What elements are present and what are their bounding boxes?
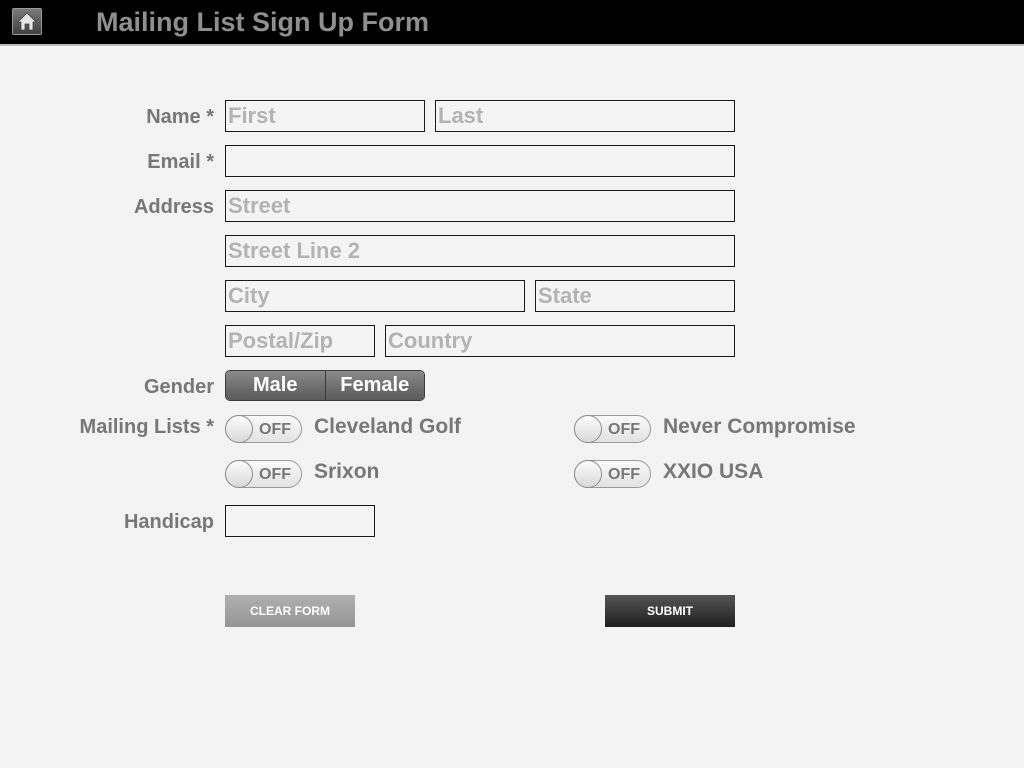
street-line-2-input[interactable] <box>225 235 735 267</box>
gender-segmented-control: Male Female <box>225 370 425 401</box>
toggle-state: OFF <box>259 466 291 483</box>
handicap-label: Handicap <box>123 511 214 533</box>
mailing-lists-label: Mailing Lists * <box>79 416 214 438</box>
gender-label: Gender <box>143 376 214 398</box>
toggle-state: OFF <box>608 421 640 438</box>
toggle-state: OFF <box>259 421 291 438</box>
list-name-never-compromise: Never Compromise <box>663 415 856 438</box>
email-input[interactable] <box>225 145 735 177</box>
city-input[interactable] <box>225 280 525 312</box>
clear-form-button[interactable]: CLEAR FORM <box>225 595 355 627</box>
list-name-xxio-usa: XXIO USA <box>663 460 764 483</box>
last-name-input[interactable] <box>435 100 735 132</box>
toggle-knob <box>574 460 602 488</box>
toggle-cleveland-golf[interactable]: OFF <box>225 415 302 443</box>
gender-option-male[interactable]: Male <box>226 371 325 400</box>
handicap-input[interactable] <box>225 505 375 537</box>
first-name-input[interactable] <box>225 100 425 132</box>
toggle-knob <box>225 460 253 488</box>
toggle-knob <box>225 415 253 443</box>
toggle-never-compromise[interactable]: OFF <box>574 415 651 443</box>
gender-option-female[interactable]: Female <box>324 371 424 400</box>
list-name-cleveland-golf: Cleveland Golf <box>314 415 462 438</box>
postal-zip-input[interactable] <box>225 325 375 357</box>
toggle-xxio-usa[interactable]: OFF <box>574 460 651 488</box>
country-input[interactable] <box>385 325 735 357</box>
top-bar: Mailing List Sign Up Form <box>0 0 1024 46</box>
email-label: Email * <box>147 151 214 173</box>
toggle-srixon[interactable]: OFF <box>225 460 302 488</box>
toggle-state: OFF <box>608 466 640 483</box>
address-label: Address <box>133 196 214 218</box>
state-input[interactable] <box>535 280 735 312</box>
list-name-srixon: Srixon <box>314 460 380 483</box>
home-icon <box>17 12 37 31</box>
toggle-knob <box>574 415 602 443</box>
name-label: Name * <box>146 106 214 128</box>
home-button[interactable] <box>12 8 42 35</box>
page-title: Mailing List Sign Up Form <box>96 7 429 37</box>
submit-button[interactable]: SUBMIT <box>605 595 735 627</box>
street-input[interactable] <box>225 190 735 222</box>
